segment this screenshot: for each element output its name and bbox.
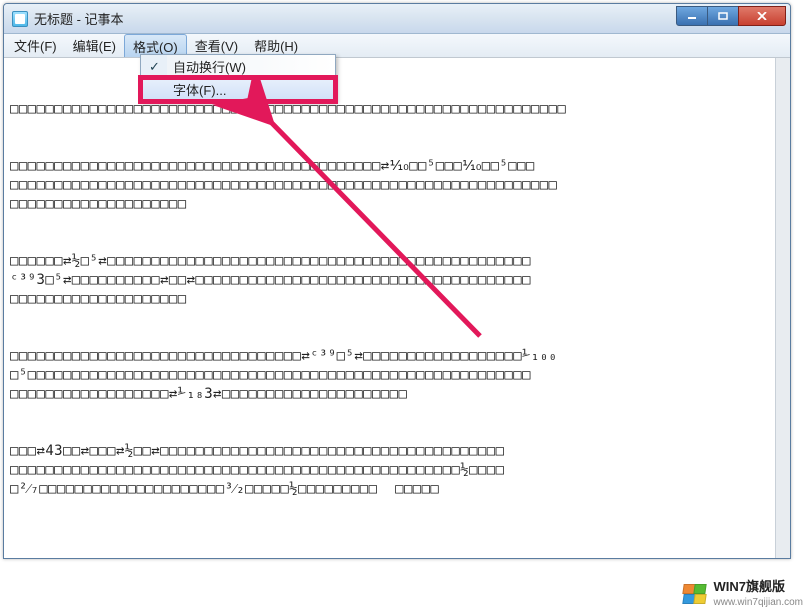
- watermark: WIN7旗舰版 www.win7qijian.com: [680, 579, 803, 609]
- window-title: 无标题 - 记事本: [34, 9, 677, 28]
- menu-item-font[interactable]: 字体(F)...: [141, 78, 335, 101]
- notepad-icon: [12, 11, 28, 27]
- minimize-icon: [687, 12, 697, 20]
- text-area[interactable]: □□□□□□□□□□□□□□□□□□□□□□□□□□□□□□□□□□□□□□□□…: [4, 58, 790, 558]
- watermark-title: WIN7旗舰版: [714, 579, 803, 596]
- minimize-button[interactable]: [676, 6, 708, 26]
- window-controls: [677, 6, 786, 26]
- close-icon: [757, 12, 767, 20]
- maximize-button[interactable]: [707, 6, 739, 26]
- watermark-url: www.win7qijian.com: [714, 596, 803, 609]
- menu-item-label: 自动换行(W): [173, 57, 246, 76]
- text-content: □□□□□□□□□□□□□□□□□□□□□□□□□□□□□□□□□□□□□□□□…: [10, 100, 784, 499]
- checkmark-icon: ✓: [149, 59, 160, 75]
- format-menu-dropdown: ✓ 自动换行(W) 字体(F)...: [140, 54, 336, 102]
- menu-edit[interactable]: 编辑(E): [65, 34, 124, 57]
- maximize-icon: [718, 12, 728, 20]
- menu-item-wordwrap[interactable]: ✓ 自动换行(W): [141, 55, 335, 78]
- close-button[interactable]: [738, 6, 786, 26]
- titlebar[interactable]: 无标题 - 记事本: [4, 4, 790, 34]
- menu-file[interactable]: 文件(F): [6, 34, 65, 57]
- notepad-window: 无标题 - 记事本 文件(F) 编辑(E) 格式(O) 查看(V) 帮助(H) …: [3, 3, 791, 559]
- menubar: 文件(F) 编辑(E) 格式(O) 查看(V) 帮助(H): [4, 34, 790, 58]
- menu-item-label: 字体(F)...: [173, 80, 226, 99]
- windows-logo-icon: [680, 582, 708, 606]
